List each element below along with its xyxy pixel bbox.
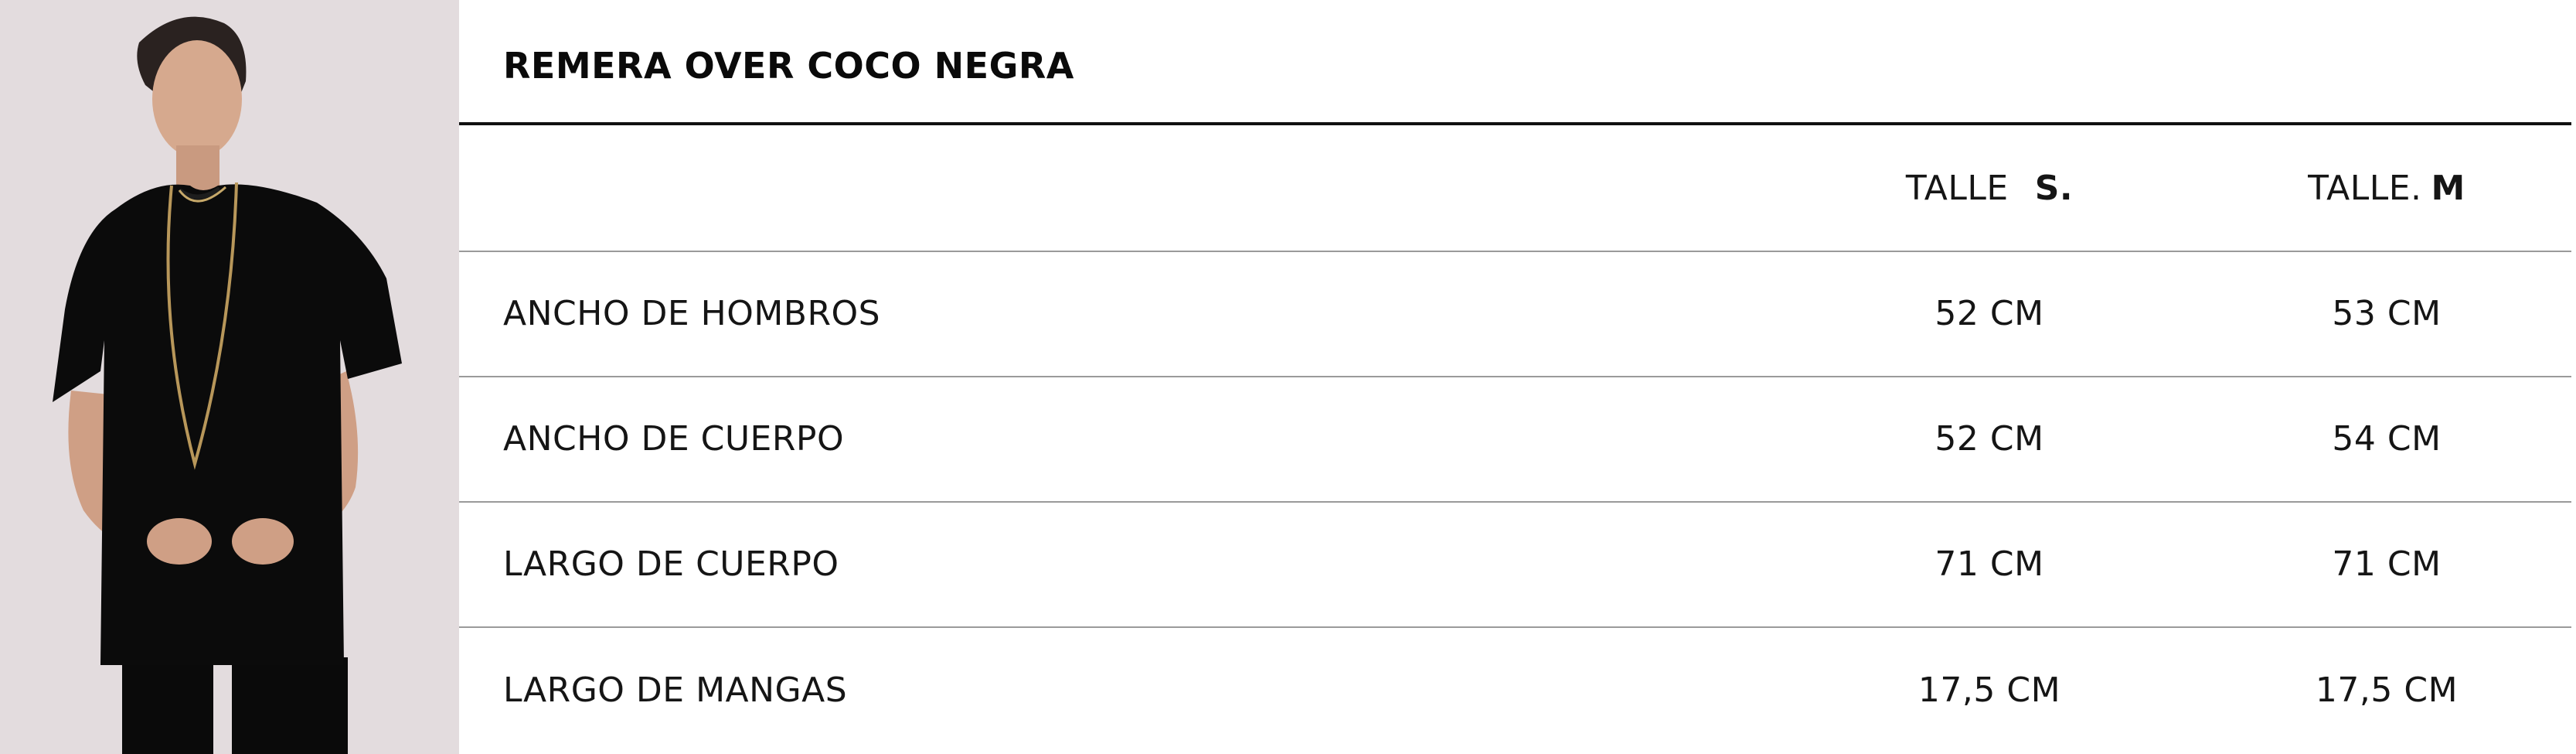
table-row: LARGO DE CUERPO 71 CM 71 CM [459,501,2571,626]
row-value-s: 52 CM [1935,293,2044,333]
model-illustration [0,0,459,754]
header-size-m-code: M [2431,168,2465,208]
header-size-s: TALLE S. [1858,125,2121,251]
row-label: ANCHO DE HOMBROS [503,293,881,333]
table-row: ANCHO DE HOMBROS 52 CM 53 CM [459,251,2571,376]
product-photo [0,0,459,754]
header-size-s-prefix: TALLE [1905,168,2009,208]
row-value-s: 52 CM [1935,418,2044,459]
header-size-m-prefix: TALLE. [2308,168,2422,208]
row-label: LARGO DE MANGAS [503,670,848,710]
row-value-m: 53 CM [2332,293,2442,333]
header-size-m: TALLE. M [2255,125,2518,251]
product-title: REMERA OVER COCO NEGRA [503,45,1074,87]
row-value-s: 17,5 CM [1918,670,2061,710]
table-row: ANCHO DE CUERPO 52 CM 54 CM [459,376,2571,501]
row-value-m: 71 CM [2332,544,2442,584]
row-value-m: 17,5 CM [2315,670,2459,710]
size-chart: REMERA OVER COCO NEGRA TALLE S. TALLE. M A… [459,0,2576,754]
row-value-s: 71 CM [1935,544,2044,584]
row-label: LARGO DE CUERPO [503,544,839,584]
table-row: LARGO DE MANGAS 17,5 CM 17,5 CM [459,626,2571,754]
table-header-row: TALLE S. TALLE. M [459,125,2571,251]
row-label: ANCHO DE CUERPO [503,418,845,459]
row-value-m: 54 CM [2332,418,2442,459]
header-size-s-code: S. [2034,168,2074,208]
